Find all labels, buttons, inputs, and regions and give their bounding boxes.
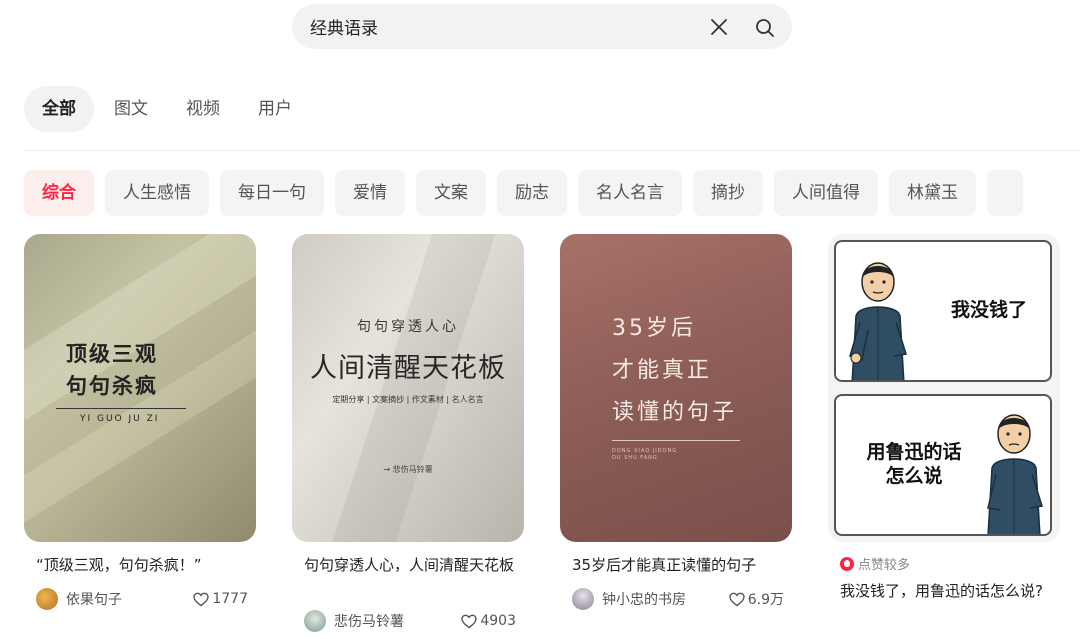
- cover-text: 人间清醒天花板: [310, 353, 506, 384]
- comic-panel: 我没钱了: [834, 240, 1052, 382]
- author-name[interactable]: 钟小忠的书房: [602, 589, 729, 609]
- flame-icon: [840, 556, 854, 571]
- hot-badge: 点赞较多: [840, 554, 910, 573]
- like-count: 4903: [480, 613, 516, 629]
- panel-text: 用鲁迅的话 怎么说: [866, 441, 962, 487]
- chip-excerpts[interactable]: 摘抄: [693, 170, 763, 216]
- note-meta: 依果句子 1777: [36, 587, 248, 611]
- like-count: 6.9万: [747, 592, 784, 608]
- tab-users[interactable]: 用户: [240, 86, 310, 132]
- cover-subtext: YI GUO JU ZI: [80, 414, 160, 424]
- note-meta: 钟小忠的书房 6.9万: [572, 587, 784, 611]
- note-cover[interactable]: 顶级三观 句句杀疯 YI GUO JU ZI: [24, 234, 256, 542]
- note-cover[interactable]: 我没钱了 用鲁迅的话 怎么说: [828, 234, 1060, 542]
- comic-panel: 用鲁迅的话 怎么说: [834, 394, 1052, 536]
- tab-all[interactable]: 全部: [24, 86, 94, 132]
- character-illustration: [849, 262, 907, 380]
- badge-text: 点赞较多: [858, 558, 911, 573]
- cover-text: 句句穿透人心: [357, 319, 459, 335]
- cover-subtext: 定期分享 | 文案摘抄 | 作文素材 | 名人名言: [332, 395, 484, 404]
- chip-love[interactable]: 爱情: [335, 170, 405, 216]
- like-count: 1777: [212, 591, 248, 607]
- type-tabs: 全部 图文 视频 用户: [24, 86, 312, 132]
- note-meta: 悲伤马铃薯 4903: [304, 609, 516, 633]
- chip-lin-daiyu[interactable]: 林黛玉: [889, 170, 976, 216]
- chip-life-insight[interactable]: 人生感悟: [105, 170, 209, 216]
- author-name[interactable]: 悲伤马铃薯: [334, 611, 461, 631]
- clear-icon[interactable]: [710, 18, 728, 36]
- note-title[interactable]: “顶级三观，句句杀疯！”: [36, 554, 248, 577]
- character-illustration: [987, 414, 1043, 534]
- chip-famous-quotes[interactable]: 名人名言: [578, 170, 682, 216]
- heart-icon: [461, 614, 478, 628]
- note-title[interactable]: 我没钱了，用鲁迅的话怎么说?: [840, 580, 1052, 603]
- note-cover[interactable]: 句句穿透人心 人间清醒天花板 定期分享 | 文案摘抄 | 作文素材 | 名人名言…: [292, 234, 524, 542]
- tab-image-text[interactable]: 图文: [96, 86, 166, 132]
- chip-inspiration[interactable]: 励志: [497, 170, 567, 216]
- divider: [24, 150, 1080, 151]
- note-cover[interactable]: 35岁后 才能真正 读懂的句子 DONG XIAO JIDONG DU SHU …: [560, 234, 792, 542]
- chip-more[interactable]: [987, 170, 1023, 216]
- note-title[interactable]: 35岁后才能真正读懂的句子: [572, 554, 784, 577]
- like-button[interactable]: 4903: [461, 613, 516, 629]
- author-name[interactable]: 依果句子: [66, 589, 193, 609]
- tab-video[interactable]: 视频: [168, 86, 238, 132]
- cover-subtext: → 悲伤马铃薯: [383, 465, 433, 474]
- avatar[interactable]: [304, 610, 326, 632]
- cover-text: 35岁后: [612, 316, 696, 341]
- note-title[interactable]: 句句穿透人心，人间清醒天花板: [304, 554, 516, 577]
- heart-icon: [729, 592, 745, 606]
- chip-daily-quote[interactable]: 每日一句: [220, 170, 324, 216]
- like-button[interactable]: 6.9万: [729, 589, 784, 609]
- chip-comprehensive[interactable]: 综合: [24, 170, 94, 216]
- like-button[interactable]: 1777: [193, 591, 248, 607]
- avatar[interactable]: [36, 588, 58, 610]
- cover-text: 顶级三观: [66, 341, 158, 366]
- search-input[interactable]: [310, 4, 690, 49]
- chip-worth-living[interactable]: 人间值得: [774, 170, 878, 216]
- cover-text: 句句杀疯: [66, 373, 158, 398]
- cover-text: 读懂的句子: [612, 400, 738, 425]
- search-bar: [292, 4, 792, 49]
- avatar[interactable]: [572, 588, 594, 610]
- chip-copywriting[interactable]: 文案: [416, 170, 486, 216]
- search-icon[interactable]: [754, 17, 776, 39]
- filter-chips: 综合 人生感悟 每日一句 爱情 文案 励志 名人名言 摘抄 人间值得 林黛玉: [24, 170, 1080, 216]
- cover-subtext: DONG XIAO JIDONG DU SHU FANG: [612, 448, 678, 461]
- panel-text: 我没钱了: [950, 299, 1027, 321]
- heart-icon: [193, 592, 210, 606]
- cover-text: 才能真正: [612, 358, 713, 383]
